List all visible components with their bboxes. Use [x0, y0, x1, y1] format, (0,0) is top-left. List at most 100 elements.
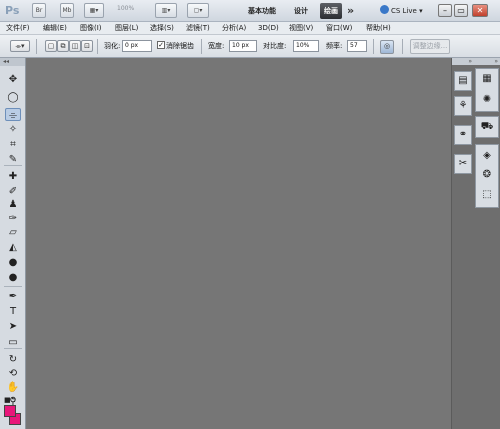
path-select-icon: ➤: [8, 321, 18, 332]
type-icon: T: [9, 306, 17, 317]
histogram-panel[interactable]: ▤: [455, 74, 471, 88]
magnetic-lasso-tool[interactable]: ⌯: [5, 108, 21, 121]
pen-tool[interactable]: ✒: [5, 290, 21, 303]
minimize-button[interactable]: –: [438, 4, 452, 17]
menu-bar: 文件(F) 编辑(E) 图像(I) 图层(L) 选择(S) 滤镜(T) 分析(A…: [0, 22, 500, 35]
width-label: 宽度:: [208, 42, 225, 50]
foreground-color-swatch[interactable]: [4, 405, 16, 417]
paths-panel[interactable]: ⬚: [479, 188, 495, 202]
paint-bucket-icon: ◭: [9, 242, 17, 253]
photoshop-logo: Ps: [5, 4, 20, 17]
menu-file[interactable]: 文件(F): [6, 23, 30, 34]
crop-icon: ⌗: [10, 139, 16, 150]
clone-stamp-tool[interactable]: ♟: [5, 198, 21, 211]
options-divider: [402, 39, 403, 54]
blur-drop-icon: ●: [8, 257, 18, 268]
menu-view[interactable]: 视图(V): [289, 23, 313, 34]
channels-panel[interactable]: ❂: [479, 168, 495, 182]
cs-live-button[interactable]: CS Live ▾: [380, 4, 423, 18]
marquee-tool[interactable]: ◯: [5, 91, 21, 104]
more-workspaces-icon[interactable]: »: [347, 3, 354, 19]
dodge-icon: ●: [8, 272, 18, 283]
workspace-design[interactable]: 设计: [290, 3, 312, 19]
close-button[interactable]: ✕: [472, 4, 488, 17]
eyedropper-icon: ✎: [8, 154, 18, 165]
arrange-documents-button[interactable]: ▥▾: [155, 3, 177, 18]
swatches-panel[interactable]: ▦: [479, 72, 495, 86]
menu-filter[interactable]: 滤镜(T): [186, 23, 210, 34]
menu-window[interactable]: 窗口(W): [326, 23, 352, 34]
mini-bridge-button[interactable]: Mb: [60, 3, 74, 18]
feather-label: 羽化:: [104, 42, 121, 50]
magic-wand-icon: ✧: [8, 124, 18, 135]
intersect-selection-icon[interactable]: ⊡: [81, 40, 93, 52]
quick-selection-tool[interactable]: ✧: [5, 123, 21, 136]
histogram-icon: ▤: [458, 75, 468, 86]
blur-tool[interactable]: ●: [5, 256, 21, 269]
menu-edit[interactable]: 编辑(E): [43, 23, 67, 34]
eraser-tool[interactable]: ▱: [5, 226, 21, 239]
paths-icon: ⬚: [482, 189, 492, 200]
menu-3d[interactable]: 3D(D): [258, 23, 279, 34]
subtract-selection-icon[interactable]: ◫: [69, 40, 81, 52]
3d-rotate-tool[interactable]: ↻: [5, 353, 21, 366]
dock-header[interactable]: »: [452, 58, 474, 65]
brush-presets-panel[interactable]: ⚘: [455, 99, 471, 113]
options-divider: [97, 39, 98, 54]
workspace-essentials[interactable]: 基本功能: [244, 3, 280, 19]
menu-image[interactable]: 图像(I): [80, 23, 102, 34]
document-canvas-area[interactable]: [27, 58, 451, 429]
brush-icon: ✐: [8, 186, 18, 197]
add-selection-icon[interactable]: ⧉: [57, 40, 69, 52]
adjustments-icon: ✺: [482, 94, 492, 105]
restore-button[interactable]: ▭: [454, 4, 468, 17]
feather-input[interactable]: 0 px: [122, 40, 152, 52]
frequency-input[interactable]: 57: [347, 40, 367, 52]
brushes-icon: ⚘: [458, 100, 468, 111]
menu-select[interactable]: 选择(S): [150, 23, 174, 34]
options-divider: [36, 39, 37, 54]
type-tool[interactable]: T: [5, 305, 21, 318]
tool-presets-panel[interactable]: ✂: [455, 157, 471, 171]
history-brush-tool[interactable]: ✑: [5, 212, 21, 225]
menu-help[interactable]: 帮助(H): [366, 23, 391, 34]
adjustments-panel[interactable]: ✺: [479, 93, 495, 107]
3d-rotate-icon: ↻: [8, 354, 18, 365]
tool-preset-picker-icon[interactable]: ⌯▾: [10, 40, 30, 52]
clone-source-panel[interactable]: ⚭: [455, 128, 471, 142]
history-brush-icon: ✑: [8, 213, 18, 224]
crop-tool[interactable]: ⌗: [5, 138, 21, 151]
cs-live-icon: [380, 5, 389, 14]
workspace-painting[interactable]: 绘画: [320, 3, 342, 19]
dodge-tool[interactable]: ●: [5, 271, 21, 284]
new-selection-icon[interactable]: ▢: [45, 40, 57, 52]
tablet-pressure-icon[interactable]: ◎: [380, 40, 394, 54]
spot-healing-tool[interactable]: ✚: [5, 170, 21, 183]
menu-analysis[interactable]: 分析(A): [222, 23, 246, 34]
refine-edge-button[interactable]: 调整边缘...: [410, 39, 450, 54]
navigator-panel[interactable]: ⛟: [479, 120, 495, 134]
move-icon: ✥: [8, 74, 18, 85]
bandage-icon: ✚: [8, 171, 18, 182]
contrast-input[interactable]: 10%: [293, 40, 319, 52]
zoom-level[interactable]: 100%: [117, 5, 134, 12]
tool-presets-icon: ✂: [458, 158, 468, 169]
layers-panel[interactable]: ◈: [479, 149, 495, 163]
3d-orbit-tool[interactable]: ⟲: [5, 367, 21, 380]
view-extras-button[interactable]: ▦▾: [84, 3, 104, 18]
screen-mode-button[interactable]: ▢▾: [187, 3, 209, 18]
antialias-checkbox[interactable]: ✓: [157, 41, 165, 49]
path-selection-tool[interactable]: ➤: [5, 320, 21, 333]
menu-layer[interactable]: 图层(L): [115, 23, 138, 34]
dock-header[interactable]: »: [473, 58, 500, 65]
contrast-label: 对比度:: [263, 42, 287, 50]
bridge-button[interactable]: Br: [32, 3, 46, 18]
tools-panel-header[interactable]: ◂◂: [0, 58, 25, 66]
swatches-icon: ▦: [482, 73, 492, 84]
width-input[interactable]: 10 px: [229, 40, 257, 52]
paint-bucket-tool[interactable]: ◭: [5, 241, 21, 254]
default-colors-icon[interactable]: ■↰: [4, 396, 16, 404]
brush-tool[interactable]: ✐: [5, 185, 21, 198]
hand-tool[interactable]: ✋: [5, 381, 21, 394]
move-tool[interactable]: ✥: [5, 73, 21, 86]
